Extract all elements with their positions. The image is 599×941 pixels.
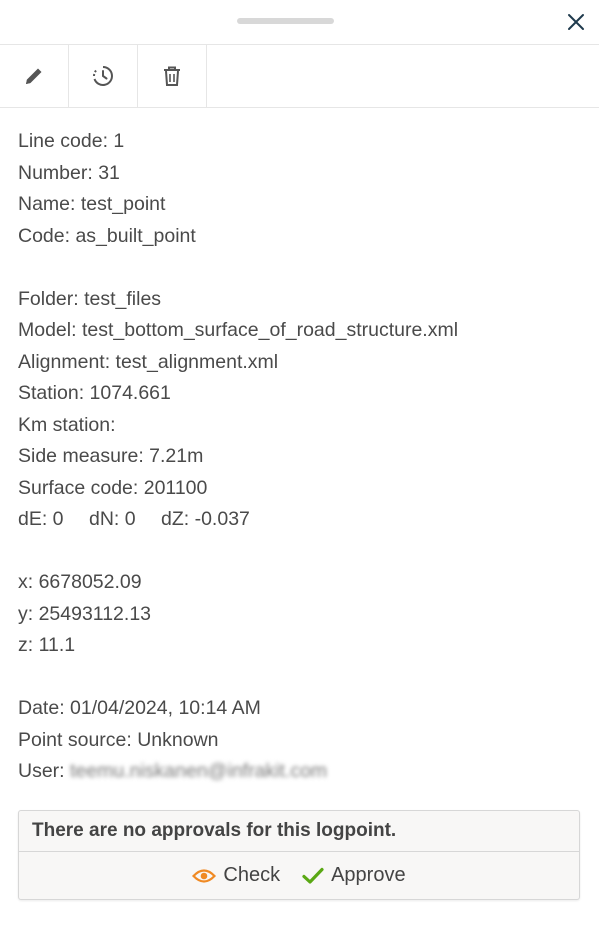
station: Station: 1074.661 xyxy=(18,382,171,404)
user-label: User: xyxy=(18,760,65,782)
edit-button[interactable] xyxy=(0,45,69,107)
coord-x: x: 6678052.09 xyxy=(18,571,142,593)
close-button[interactable] xyxy=(564,10,588,34)
delete-button[interactable] xyxy=(138,45,207,107)
delta-n: dN: 0 xyxy=(88,508,136,530)
delta-e: dE: 0 xyxy=(18,508,64,530)
model: Model: test_bottom_surface_of_road_struc… xyxy=(18,319,459,341)
history-icon xyxy=(93,66,113,86)
folder: Folder: test_files xyxy=(18,287,162,310)
date: Date: 01/04/2024, 10:14 AM xyxy=(18,697,261,719)
check-label: Check xyxy=(223,864,281,886)
name: Name: test_point xyxy=(18,193,166,215)
side-measure: Side measure: 7.21m xyxy=(18,445,204,467)
km-station: Km station: xyxy=(18,413,116,436)
user: User: teemu.niskanen@infrakit.com xyxy=(18,756,588,788)
code: Code: as_built_point xyxy=(18,224,196,247)
line-code: Line code: 1 xyxy=(18,130,125,152)
coord-z: z: 11.1 xyxy=(18,634,76,656)
approval-actions: Check Approve xyxy=(19,852,579,899)
surface-code: Surface code: 201100 xyxy=(18,476,208,499)
pencil-icon xyxy=(26,68,42,84)
coord-y: y: 25493112.13 xyxy=(18,602,152,625)
approval-message: There are no approvals for this logpoint… xyxy=(19,811,579,852)
delta-z: dZ: -0.037 xyxy=(161,508,250,530)
approve-label: Approve xyxy=(331,864,406,886)
eye-icon xyxy=(192,868,217,883)
point-source: Point source: Unknown xyxy=(18,728,219,751)
logpoint-details: Line code: 1 Number: 31 Name: test_point… xyxy=(18,126,588,788)
approval-box: There are no approvals for this logpoint… xyxy=(18,810,580,900)
approve-button[interactable]: Approve xyxy=(302,864,406,887)
alignment: Alignment: test_alignment.xml xyxy=(18,350,279,373)
checkmark-icon xyxy=(302,867,324,884)
drag-handle[interactable] xyxy=(237,18,334,24)
number: Number: 31 xyxy=(18,161,120,184)
close-icon[interactable] xyxy=(567,13,585,31)
trash-icon xyxy=(164,66,180,86)
toolbar xyxy=(0,44,599,108)
history-button[interactable] xyxy=(69,45,138,107)
logpoint-panel: Line code: 1 Number: 31 Name: test_point… xyxy=(0,0,599,941)
user-email: teemu.niskanen@infrakit.com xyxy=(70,760,328,782)
check-button[interactable]: Check xyxy=(192,864,280,887)
deltas: dE: 0 dN: 0 dZ: -0.037 xyxy=(18,504,588,536)
